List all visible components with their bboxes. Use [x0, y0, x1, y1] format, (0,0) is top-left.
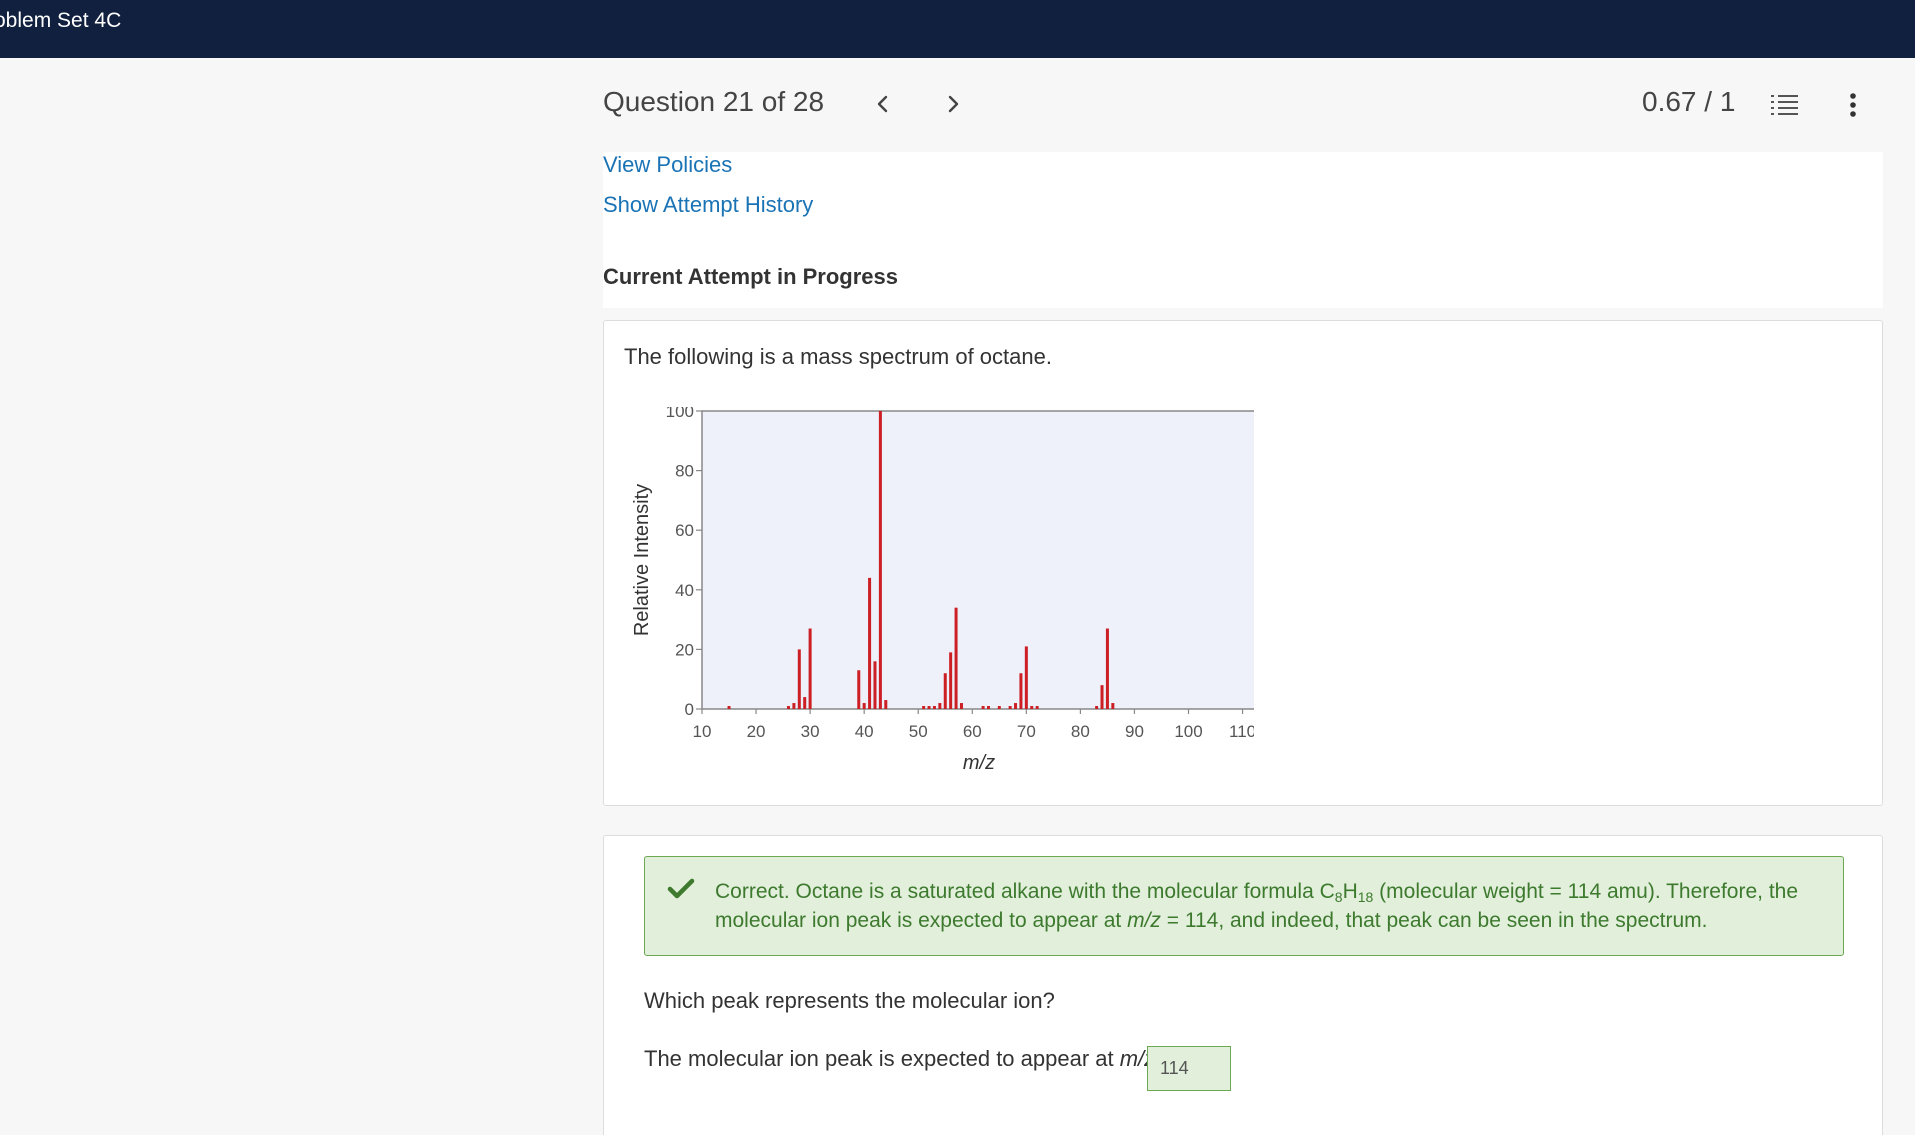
- spectrum-bar: [797, 649, 801, 709]
- x-tick-label: 10: [693, 722, 712, 741]
- spectrum-bar: [857, 670, 861, 709]
- question-score: 0.67 / 1: [1642, 86, 1736, 117]
- plot-area: [701, 410, 1254, 710]
- spectrum-bar: [1100, 685, 1104, 709]
- spectrum-bar: [1008, 706, 1012, 709]
- spectrum-bar: [792, 703, 796, 709]
- x-axis-label: m/z: [963, 752, 995, 774]
- info-panel: View Policies Show Attempt History Curre…: [603, 152, 1883, 308]
- view-policies-link[interactable]: View Policies: [603, 152, 732, 178]
- x-tick-label: 40: [855, 722, 874, 741]
- answer-input[interactable]: [1147, 1046, 1231, 1091]
- spectrum-bar: [981, 706, 985, 709]
- y-tick-label: 20: [675, 640, 694, 659]
- feedback-part4: = 114, and indeed, that peak can be seen…: [1160, 909, 1708, 932]
- spectrum-bar: [862, 703, 866, 709]
- chevron-right-icon[interactable]: [939, 90, 967, 118]
- spectrum-bar: [786, 706, 790, 709]
- spectrum-bar: [943, 673, 947, 709]
- spectrum-bar: [997, 706, 1001, 709]
- spectrum-bar: [959, 703, 963, 709]
- feedback-part1: Correct. Octane is a saturated alkane wi…: [715, 880, 1335, 903]
- y-tick-label: 100: [666, 407, 694, 421]
- attempt-status-heading: Current Attempt in Progress: [603, 264, 899, 289]
- spectrum-bar: [884, 700, 888, 709]
- spectrum-bar: [1014, 703, 1018, 709]
- spectrum-bar: [932, 706, 936, 709]
- show-attempt-history-link[interactable]: Show Attempt History: [603, 192, 813, 218]
- y-tick-label: 40: [675, 581, 694, 600]
- spectrum-bar: [1095, 706, 1099, 709]
- x-tick-label: 60: [963, 722, 982, 741]
- x-tick-label: 90: [1125, 722, 1144, 741]
- question-header: Question 21 of 28 0.67 / 1: [603, 84, 1883, 126]
- subquestion-text: Which peak represents the molecular ion?: [644, 988, 1055, 1013]
- y-tick-label: 60: [675, 521, 694, 540]
- question-counter: Question 21 of 28: [603, 86, 825, 117]
- x-tick-label: 110: [1229, 722, 1254, 741]
- spectrum-bar: [803, 697, 807, 709]
- y-tick-label: 0: [685, 700, 694, 719]
- answer-prompt: The molecular ion peak is expected to ap…: [644, 1046, 1174, 1072]
- spectrum-bar: [873, 661, 877, 709]
- spectrum-bar: [727, 706, 731, 709]
- spectrum-bar: [1105, 628, 1109, 709]
- spectrum-bar: [987, 706, 990, 709]
- feedback-box: Correct. Octane is a saturated alkane wi…: [644, 856, 1844, 956]
- x-tick-label: 50: [909, 722, 928, 741]
- spectrum-bar: [927, 706, 931, 709]
- assignment-title: oblem Set 4C: [0, 9, 122, 32]
- x-tick-label: 30: [801, 722, 820, 741]
- spectrum-bar: [1019, 673, 1023, 709]
- spectrum-bar: [868, 577, 872, 709]
- chevron-left-icon[interactable]: [869, 90, 897, 118]
- spectrum-bar: [1024, 646, 1028, 709]
- feedback-mz: m/z: [1127, 909, 1161, 932]
- spectrum-bar: [938, 703, 942, 709]
- answer-card: Correct. Octane is a saturated alkane wi…: [603, 835, 1883, 1135]
- checkmark-icon: [667, 877, 695, 901]
- spectrum-bar: [878, 411, 882, 709]
- mass-spectrum-chart: 0 20 40 60 80 100 10 20 30 40 50 60 70 80 90 100 110 Rel…: [631, 407, 1254, 774]
- feedback-part2: H: [1342, 880, 1358, 903]
- question-card: The following is a mass spectrum of octa…: [603, 320, 1883, 806]
- top-bar: oblem Set 4C: [0, 0, 1915, 58]
- kebab-menu-icon[interactable]: [1843, 91, 1863, 119]
- spectrum-bar: [954, 607, 958, 709]
- x-tick-label: 20: [747, 722, 766, 741]
- spectrum-bar: [922, 706, 926, 709]
- spectrum-bar: [1111, 703, 1115, 709]
- feedback-subscript-hydrogen: 18: [1357, 889, 1374, 905]
- x-tick-label: 80: [1071, 722, 1090, 741]
- spectrum-bar: [949, 652, 953, 709]
- numbered-list-icon[interactable]: [1770, 92, 1800, 118]
- y-axis-label: Relative Intensity: [631, 484, 653, 636]
- x-tick-label: 70: [1017, 722, 1036, 741]
- feedback-subscript-carbon: 8: [1334, 889, 1343, 905]
- spectrum-bar: [808, 628, 812, 709]
- spectrum-bar: [1030, 706, 1034, 709]
- x-tick-label: 100: [1174, 722, 1202, 741]
- spectrum-bar: [1035, 706, 1039, 709]
- y-tick-label: 80: [675, 462, 694, 481]
- answer-prefix: The molecular ion peak is expected to ap…: [644, 1046, 1120, 1071]
- feedback-text: Correct. Octane is a saturated alkane wi…: [715, 877, 1830, 935]
- question-prompt: The following is a mass spectrum of octa…: [624, 344, 1052, 369]
